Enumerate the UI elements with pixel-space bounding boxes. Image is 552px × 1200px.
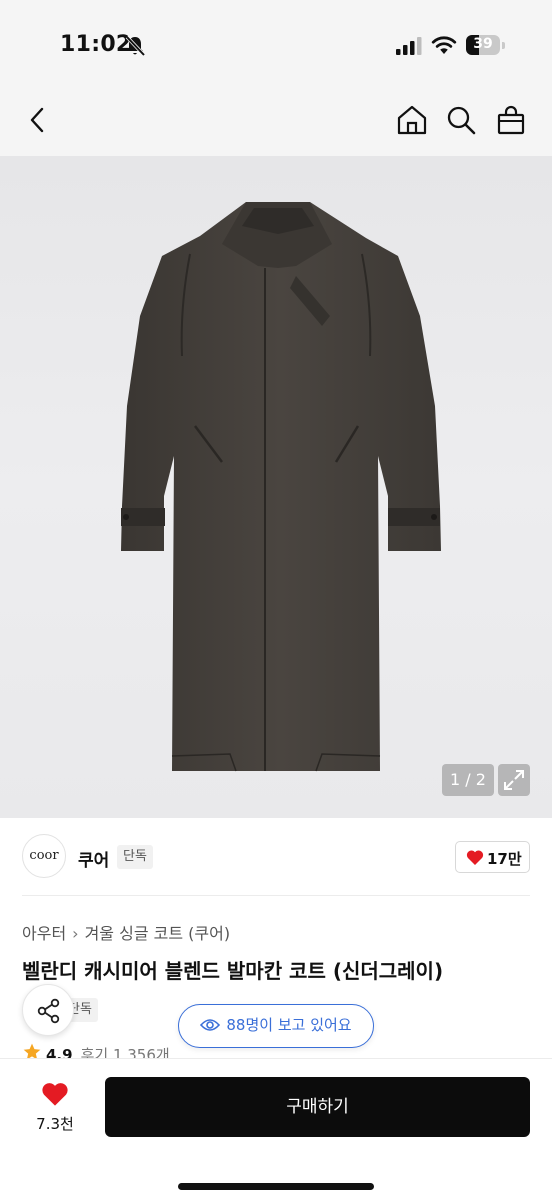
signal-icon — [396, 37, 422, 55]
expand-icon — [504, 770, 524, 790]
shop-logo[interactable]: coor — [22, 834, 66, 878]
breadcrumb-category[interactable]: 아우터 — [22, 924, 66, 943]
product-image[interactable]: 1 / 2 — [0, 156, 552, 818]
back-chevron-icon[interactable] — [22, 104, 54, 136]
eye-icon — [200, 1019, 221, 1031]
coat-photo — [121, 202, 441, 772]
heart-icon — [466, 850, 484, 865]
wifi-icon — [431, 36, 457, 54]
home-icon[interactable] — [396, 104, 428, 136]
home-indicator[interactable] — [178, 1183, 374, 1190]
shop-name[interactable]: 쿠어 — [78, 846, 109, 871]
bell-slash-icon — [125, 35, 146, 57]
buy-button[interactable]: 구매하기 — [105, 1077, 530, 1137]
wishlist-button[interactable]: 7.3천 — [22, 1075, 86, 1139]
divider — [22, 895, 530, 896]
image-counter: 1 / 2 — [442, 764, 494, 796]
battery-percent: 39 — [473, 36, 493, 52]
top-nav — [0, 90, 552, 156]
viewers-indicator: 88명이 보고 있어요 — [178, 1004, 374, 1048]
heart-icon — [42, 1083, 68, 1106]
search-icon[interactable] — [445, 104, 477, 136]
share-icon — [37, 998, 60, 1024]
status-bar: 11:02 39 — [0, 0, 552, 90]
share-button[interactable] — [22, 984, 74, 1036]
battery-cap — [502, 42, 505, 49]
exclusive-badge: 단독 — [117, 845, 153, 869]
seller-row: coor 쿠어 단독 17만 — [0, 818, 552, 896]
shopping-bag-icon[interactable] — [495, 104, 527, 136]
status-time: 11:02 — [60, 32, 132, 57]
breadcrumb: 아우터 › 겨울 싱글 코트 (쿠어) — [22, 920, 230, 944]
shop-like-button[interactable]: 17만 — [455, 841, 530, 873]
shop-like-count: 17만 — [487, 850, 522, 868]
bottom-bar: 7.3천 구매하기 — [0, 1058, 552, 1200]
expand-button[interactable] — [498, 764, 530, 796]
product-title: 벨란디 캐시미어 블렌드 발마칸 코트 (신더그레이) — [22, 959, 444, 983]
breadcrumb-subcategory[interactable]: 겨울 싱글 코트 (쿠어) — [85, 924, 231, 943]
viewers-text: 88명이 보고 있어요 — [226, 1016, 352, 1034]
wishlist-count: 7.3천 — [36, 1115, 74, 1133]
battery-icon: 39 — [466, 35, 500, 55]
chevron-right-icon: › — [72, 924, 79, 943]
